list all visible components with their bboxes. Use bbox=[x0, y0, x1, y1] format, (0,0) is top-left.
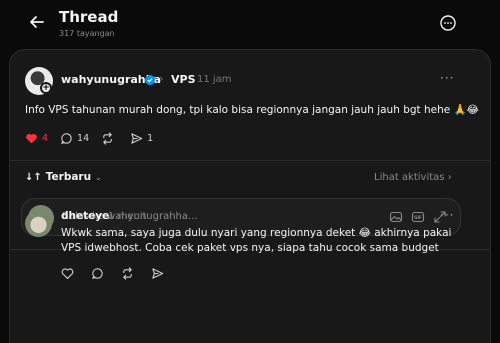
send-icon[interactable] bbox=[151, 267, 164, 280]
thread-header: Thread 317 tayangan bbox=[0, 0, 500, 48]
verified-badge-icon bbox=[145, 75, 155, 85]
post-topic[interactable]: VPS bbox=[171, 73, 196, 86]
view-count: 317 tayangan bbox=[59, 29, 115, 38]
post-more-icon[interactable]: ··· bbox=[440, 71, 454, 85]
gif-icon[interactable]: GIF bbox=[411, 210, 425, 224]
more-options-icon[interactable] bbox=[438, 13, 458, 33]
comment-author[interactable]: dheteye bbox=[61, 210, 109, 222]
follow-plus-icon[interactable]: + bbox=[40, 82, 52, 94]
chevron-down-icon: ⌄ bbox=[95, 172, 102, 182]
comment-text: Wkwk sama, saya juga dulu nyari yang reg… bbox=[61, 227, 452, 254]
like-button[interactable]: 4 bbox=[25, 132, 48, 145]
breadcrumb-chevron-icon: › bbox=[159, 72, 164, 85]
heart-icon bbox=[26, 133, 37, 143]
comment-icon[interactable] bbox=[91, 267, 104, 280]
view-activity-link[interactable]: Lihat aktivitas › bbox=[374, 172, 452, 183]
comment-more-icon[interactable]: ··· bbox=[440, 208, 454, 222]
page-title: Thread bbox=[59, 8, 119, 26]
avatar[interactable] bbox=[25, 210, 52, 237]
comment-time: 1 menit bbox=[108, 211, 147, 222]
share-count: 1 bbox=[147, 132, 154, 144]
like-count: 4 bbox=[42, 132, 49, 144]
back-arrow-icon[interactable] bbox=[27, 12, 47, 32]
share-button[interactable]: 1 bbox=[130, 132, 153, 145]
sort-dropdown[interactable]: ↓↑ Terbaru ⌄ bbox=[25, 171, 102, 183]
repost-icon[interactable] bbox=[121, 267, 134, 280]
comment-button[interactable]: 14 bbox=[60, 132, 89, 145]
svg-text:GIF: GIF bbox=[414, 215, 422, 220]
chevron-right-icon: › bbox=[447, 172, 452, 183]
activity-label: Lihat aktivitas bbox=[374, 172, 445, 183]
post-actions: 4 14 1 bbox=[25, 130, 165, 146]
heart-icon[interactable] bbox=[61, 267, 74, 280]
divider bbox=[10, 160, 490, 161]
repost-button[interactable] bbox=[101, 131, 118, 145]
send-icon bbox=[131, 132, 143, 144]
comment-count: 14 bbox=[77, 132, 90, 144]
comment-icon bbox=[61, 132, 72, 144]
image-icon[interactable] bbox=[389, 210, 403, 224]
post-text: Info VPS tahunan murah dong, tpi kalo bi… bbox=[25, 104, 479, 116]
sort-label: Terbaru bbox=[45, 171, 92, 183]
thread-card: + wahyunugrahha › VPS 11 jam ··· Info VP… bbox=[9, 49, 491, 343]
sort-icon: ↓↑ bbox=[25, 171, 42, 183]
repost-icon bbox=[103, 131, 112, 145]
comment-actions bbox=[61, 267, 181, 280]
post-time: 11 jam bbox=[197, 74, 232, 85]
